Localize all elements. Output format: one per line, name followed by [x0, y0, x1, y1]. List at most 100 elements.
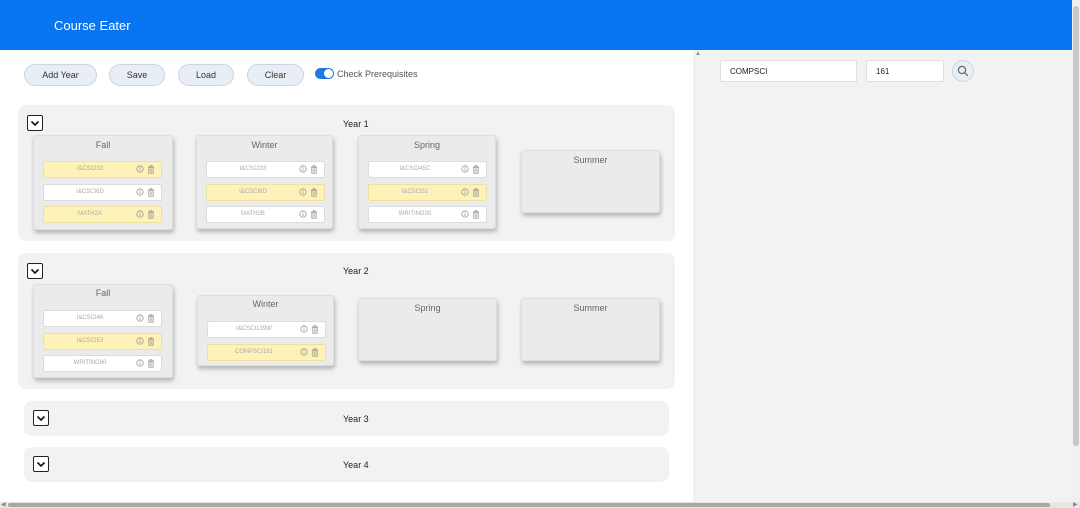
trash-icon[interactable] — [147, 359, 155, 368]
year-toggle-button[interactable] — [27, 263, 43, 279]
course-card[interactable]: I&CSCI46 — [43, 310, 162, 327]
vertical-scrollbar[interactable] — [1072, 0, 1080, 502]
clear-button[interactable]: Clear — [247, 64, 304, 86]
course-code: I&CSCI45C — [399, 166, 431, 172]
course-card[interactable]: I&CSCI51 — [368, 183, 487, 201]
trash-icon[interactable] — [472, 187, 480, 197]
course-card[interactable]: I&CSCI6D — [206, 183, 325, 201]
year-toggle-button[interactable] — [33, 410, 49, 426]
quarter-fall[interactable]: Fall I&CSCI46 I&CSCI53 WRITING60 — [33, 284, 173, 378]
info-icon[interactable] — [136, 187, 144, 196]
year-toggle-button[interactable] — [27, 115, 43, 131]
info-icon[interactable] — [299, 210, 307, 218]
course-card[interactable]: I&CSCI45C — [368, 161, 487, 178]
toggle-switch[interactable] — [315, 68, 334, 79]
quarter-name: Summer — [573, 303, 608, 313]
course-card[interactable]: WRITING30 — [368, 206, 487, 223]
year-title: Year 1 — [343, 119, 369, 129]
course-card[interactable]: I&CSCI33 — [206, 161, 325, 178]
scroll-right-icon: ▶ — [1073, 502, 1078, 508]
info-icon[interactable] — [136, 359, 144, 367]
chevron-down-icon — [30, 120, 40, 126]
year-card: Year 3 — [24, 401, 669, 436]
trash-icon[interactable] — [311, 347, 319, 357]
search-icon — [957, 65, 969, 77]
year-title: Year 2 — [343, 266, 369, 276]
trash-icon[interactable] — [147, 187, 155, 197]
course-code: I&CSCI53 — [76, 337, 104, 344]
course-code: WRITING60 — [73, 360, 107, 366]
quarter-spring[interactable]: Spring I&CSCI45C I&CSCI51 WRITING30 — [358, 135, 496, 229]
app-title: Course Eater — [54, 18, 131, 33]
quarter-name: Summer — [573, 155, 608, 165]
course-number-input[interactable] — [866, 60, 944, 82]
department-input[interactable] — [720, 60, 857, 82]
course-card[interactable]: I&CSCI6D — [43, 183, 162, 201]
trash-icon[interactable] — [147, 314, 155, 323]
course-code: I&CSCI51 — [401, 188, 429, 195]
add-year-button[interactable]: Add Year — [24, 64, 97, 86]
trash-icon[interactable] — [472, 165, 480, 174]
year-card: Year 1 Fall I&CSCI32 I&CSCI6D MATH2A Winter I&… — [18, 105, 675, 241]
trash-icon[interactable] — [147, 210, 155, 219]
horizontal-scrollbar[interactable]: ◀ ▶ — [0, 502, 1080, 508]
year-toggle-button[interactable] — [33, 456, 49, 472]
quarter-summer[interactable]: Summer — [521, 150, 660, 213]
course-code: MATH2B — [241, 211, 265, 217]
info-icon[interactable] — [461, 165, 469, 173]
quarter-winter[interactable]: Winter I&CSCI33 I&CSCI6D MATH2B — [196, 135, 333, 229]
year-card: Year 2 Fall I&CSCI46 I&CSCI53 WRITING60 Winte… — [18, 253, 675, 389]
scroll-left-icon: ◀ — [1, 502, 6, 508]
quarter-spring[interactable]: Spring — [358, 298, 497, 361]
scroll-up-icon: ▲ — [695, 51, 701, 57]
trash-icon[interactable] — [310, 187, 318, 197]
course-code: COMPSCI161 — [234, 348, 273, 355]
info-icon[interactable] — [461, 187, 469, 196]
course-card[interactable]: COMPSCI161 — [207, 343, 326, 361]
check-prerequisites-label: Check Prerequisites — [337, 68, 418, 79]
course-code: I&CSCI46 — [76, 315, 104, 321]
check-prerequisites-toggle[interactable]: Check Prerequisites — [315, 68, 418, 79]
year-title: Year 4 — [343, 460, 369, 470]
course-card[interactable]: MATH2A — [43, 206, 162, 223]
quarter-name: Fall — [95, 140, 111, 150]
course-card[interactable]: I&CSCI32 — [43, 161, 162, 178]
course-code: MATH2A — [78, 211, 102, 217]
info-icon[interactable] — [136, 165, 144, 173]
save-button[interactable]: Save — [109, 64, 165, 86]
info-icon[interactable] — [299, 187, 307, 196]
load-button[interactable]: Load — [178, 64, 234, 86]
course-code: WRITING30 — [398, 211, 432, 217]
quarter-name: Winter — [251, 140, 278, 150]
app-header: Course Eater — [0, 0, 1072, 50]
info-icon[interactable] — [299, 165, 307, 173]
info-icon[interactable] — [300, 347, 308, 356]
course-card[interactable]: WRITING60 — [43, 355, 162, 372]
quarter-name: Winter — [252, 299, 279, 309]
info-icon[interactable] — [136, 210, 144, 218]
course-card[interactable]: MATH2B — [206, 206, 325, 223]
trash-icon[interactable] — [311, 325, 319, 334]
course-card[interactable]: I&CSCI139W — [207, 321, 326, 338]
info-icon[interactable] — [461, 210, 469, 218]
info-icon[interactable] — [300, 325, 308, 333]
course-code: I&CSCI6D — [76, 188, 104, 195]
search-button[interactable] — [952, 60, 974, 82]
course-card[interactable]: I&CSCI53 — [43, 332, 162, 350]
quarter-fall[interactable]: Fall I&CSCI32 I&CSCI6D MATH2A — [33, 135, 173, 230]
course-code: I&CSCI32 — [76, 166, 104, 172]
year-card: Year 4 — [24, 447, 669, 482]
quarter-name: Spring — [413, 140, 440, 150]
chevron-down-icon — [30, 268, 40, 274]
trash-icon[interactable] — [472, 210, 480, 219]
quarter-summer[interactable]: Summer — [521, 298, 660, 361]
trash-icon[interactable] — [147, 165, 155, 174]
chevron-down-icon — [36, 461, 46, 467]
info-icon[interactable] — [136, 336, 144, 345]
search-panel: ▲ — [693, 50, 1072, 502]
quarter-winter[interactable]: Winter I&CSCI139W COMPSCI161 — [197, 295, 334, 366]
info-icon[interactable] — [136, 314, 144, 322]
trash-icon[interactable] — [310, 165, 318, 174]
trash-icon[interactable] — [147, 336, 155, 346]
trash-icon[interactable] — [310, 210, 318, 219]
